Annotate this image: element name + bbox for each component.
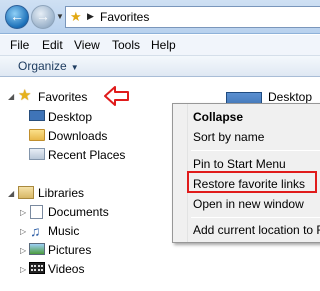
- star-icon: ★: [18, 87, 32, 104]
- expand-triangle-icon[interactable]: ▷: [20, 261, 26, 279]
- red-arrow-annotation-icon: [104, 86, 129, 106]
- library-icon: [18, 186, 34, 199]
- organize-button[interactable]: Organize ▼: [18, 59, 79, 73]
- content-item-label[interactable]: Desktop: [268, 90, 312, 104]
- menu-separator: [191, 217, 320, 218]
- nav-desktop[interactable]: Desktop: [48, 108, 92, 126]
- nav-pictures[interactable]: Pictures: [48, 241, 91, 259]
- nav-videos[interactable]: Videos: [48, 260, 84, 278]
- chevron-down-icon: ▼: [70, 63, 79, 72]
- menu-view[interactable]: View: [74, 38, 100, 52]
- back-arrow-icon[interactable]: ←: [5, 5, 29, 29]
- command-bar: Organize ▼: [0, 56, 320, 77]
- desktop-icon: [29, 110, 45, 121]
- nav-documents[interactable]: Documents: [48, 203, 109, 221]
- menu-separator: [191, 150, 320, 151]
- organize-label: Organize: [18, 59, 67, 73]
- context-menu: Collapse Sort by name Pin to Start Menu …: [172, 103, 320, 243]
- recent-pages-dropdown-icon[interactable]: ▼: [56, 12, 64, 21]
- address-location[interactable]: Favorites: [100, 10, 149, 24]
- nav-libraries[interactable]: Libraries: [38, 184, 84, 202]
- menu-tools[interactable]: Tools: [112, 38, 140, 52]
- nav-recent-places[interactable]: Recent Places: [48, 146, 125, 164]
- star-icon: ★: [70, 9, 82, 24]
- menu-bar: File Edit View Tools Help: [0, 35, 320, 56]
- expand-triangle-icon[interactable]: ▷: [20, 242, 26, 260]
- nav-downloads[interactable]: Downloads: [48, 127, 107, 145]
- menu-help[interactable]: Help: [151, 38, 176, 52]
- recent-places-icon: [29, 148, 45, 160]
- menu-item-open-in-new-window[interactable]: Open in new window: [193, 197, 304, 211]
- document-icon: [30, 205, 43, 219]
- nav-favorites[interactable]: Favorites: [38, 88, 87, 106]
- video-icon: [29, 262, 45, 274]
- address-toolbar: ← → ▼ ★ ▶ Favorites: [0, 0, 320, 34]
- red-highlight-box: [187, 171, 317, 193]
- menu-item-collapse[interactable]: Collapse: [193, 110, 243, 124]
- collapse-triangle-icon[interactable]: ◢: [8, 88, 14, 106]
- breadcrumb-separator-icon[interactable]: ▶: [87, 11, 94, 22]
- menu-item-add-current-location[interactable]: Add current location to Fav: [193, 223, 320, 237]
- menu-item-pin-to-start[interactable]: Pin to Start Menu: [193, 157, 286, 171]
- pictures-icon: [29, 243, 45, 255]
- address-bar[interactable]: ★ ▶ Favorites: [65, 6, 320, 28]
- folder-icon: [29, 129, 45, 141]
- expand-triangle-icon[interactable]: ▷: [20, 204, 26, 222]
- expand-triangle-icon[interactable]: ▷: [20, 223, 26, 241]
- collapse-triangle-icon[interactable]: ◢: [8, 185, 14, 203]
- forward-arrow-icon[interactable]: →: [31, 5, 55, 29]
- music-icon: ♫: [30, 223, 41, 239]
- menu-file[interactable]: File: [10, 38, 29, 52]
- nav-music[interactable]: Music: [48, 222, 79, 240]
- context-menu-gutter: [173, 104, 188, 242]
- menu-edit[interactable]: Edit: [42, 38, 63, 52]
- menu-item-sort-by-name[interactable]: Sort by name: [193, 130, 264, 144]
